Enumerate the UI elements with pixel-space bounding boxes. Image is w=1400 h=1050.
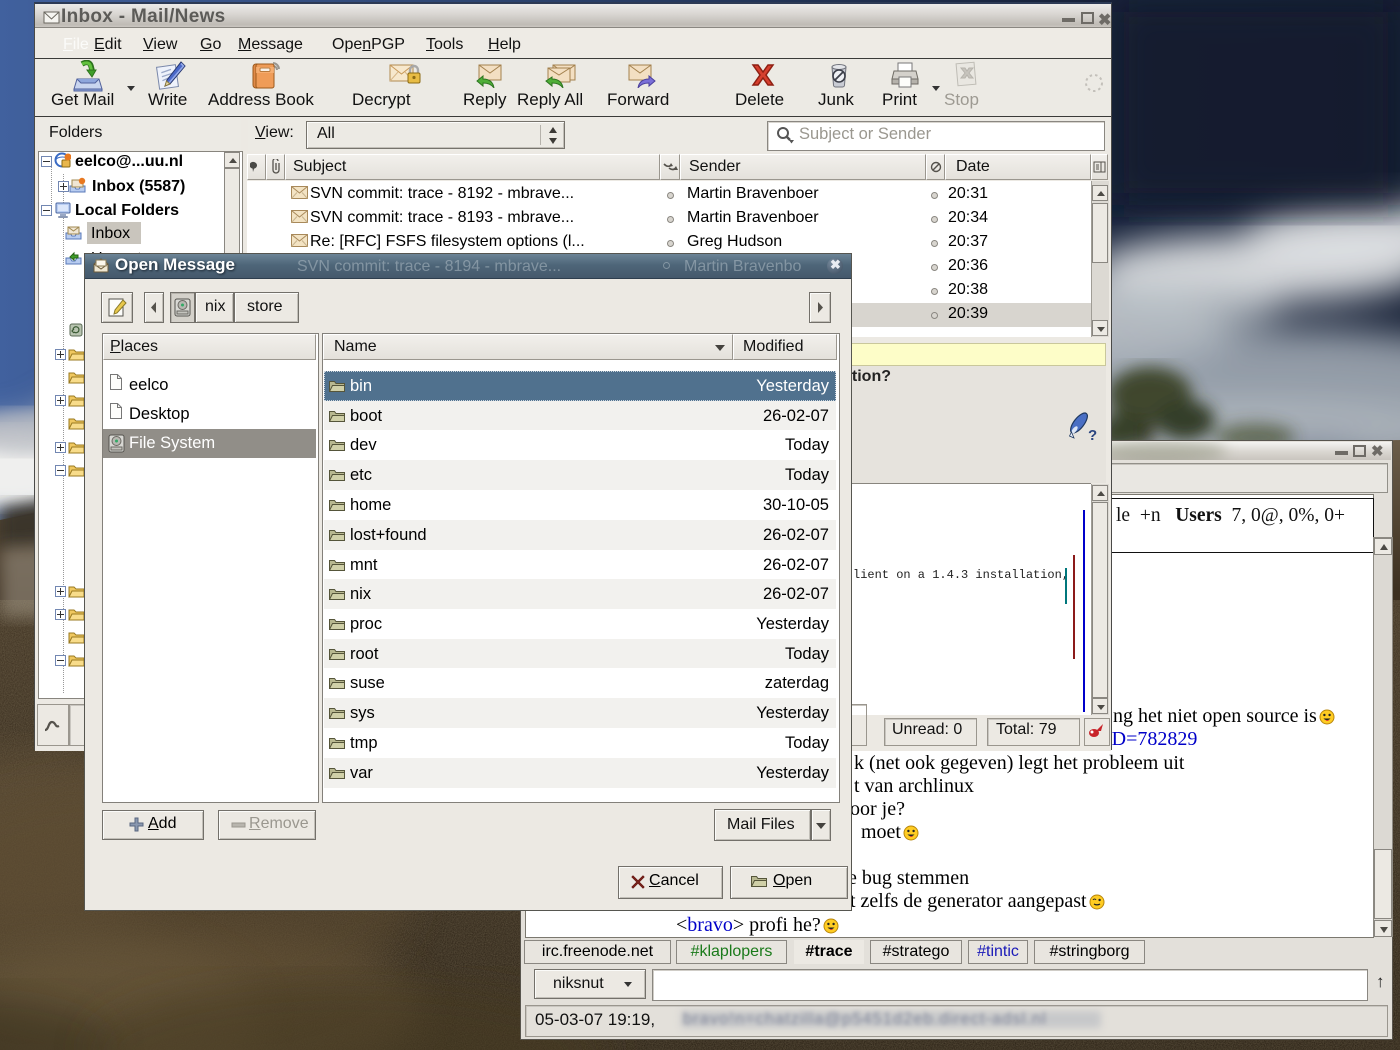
svg-text:?: ? xyxy=(1088,427,1097,443)
